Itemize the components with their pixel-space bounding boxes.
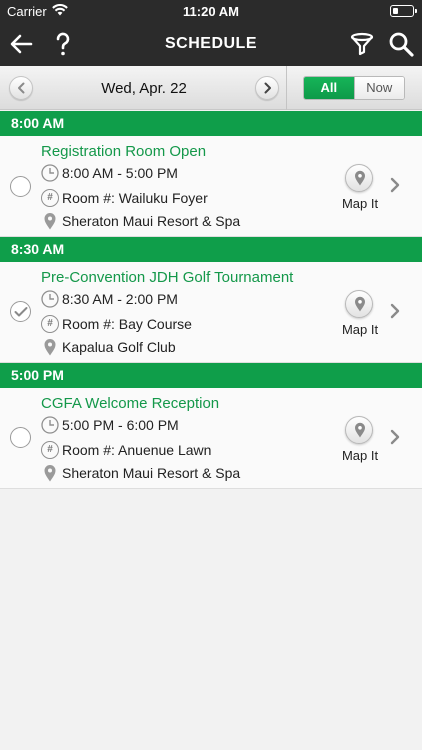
filter-button[interactable] (347, 29, 377, 59)
map-pin-icon (355, 296, 365, 312)
clock-icon (41, 164, 59, 182)
event-row[interactable]: CGFA Welcome Reception 5:00 PM - 6:00 PM… (0, 388, 422, 489)
previous-day-button[interactable] (9, 76, 33, 100)
event-row[interactable]: Pre-Convention JDH Golf Tournament 8:30 … (0, 262, 422, 363)
chevron-right-icon (264, 82, 271, 94)
room-number-icon: # (41, 441, 59, 459)
room-number-icon: # (41, 315, 59, 333)
map-it-button[interactable] (345, 290, 373, 318)
status-time: 11:20 AM (183, 4, 239, 19)
event-time-range: 8:00 AM - 5:00 PM (62, 165, 178, 181)
room-number-icon: # (41, 189, 59, 207)
filter-icon (350, 32, 374, 56)
clock-icon (41, 290, 59, 308)
current-date: Wed, Apr. 22 (101, 80, 187, 97)
chevron-left-icon (18, 82, 25, 94)
date-bar-divider (286, 66, 287, 110)
map-pin-icon (355, 422, 365, 438)
location-pin-icon (44, 213, 56, 230)
search-icon (389, 32, 414, 57)
chevron-right-icon[interactable] (389, 429, 401, 445)
attend-checkbox[interactable] (10, 427, 31, 448)
map-it-button[interactable] (345, 416, 373, 444)
map-it-label[interactable]: Map It (338, 196, 382, 211)
event-title: CGFA Welcome Reception (41, 395, 220, 412)
nav-bar: SCHEDULE (0, 22, 422, 66)
map-pin-icon (355, 170, 365, 186)
clock-icon (41, 416, 59, 434)
attend-checkbox[interactable] (10, 301, 31, 322)
all-now-segmented-control: All Now (303, 76, 405, 100)
event-room: Room #: Anuenue Lawn (62, 442, 212, 458)
search-button[interactable] (386, 29, 416, 59)
location-pin-icon (44, 339, 56, 356)
map-it-button[interactable] (345, 164, 373, 192)
event-title: Registration Room Open (41, 143, 207, 160)
event-room: Room #: Bay Course (62, 316, 192, 332)
segment-now[interactable]: Now (353, 77, 404, 99)
status-bar: Carrier 11:20 AM (0, 0, 422, 22)
time-section-header: 5:00 PM (0, 363, 422, 388)
checkmark-icon (14, 307, 28, 317)
location-pin-icon (44, 465, 56, 482)
battery-icon (390, 5, 417, 17)
map-it-label[interactable]: Map It (338, 322, 382, 337)
next-day-button[interactable] (255, 76, 279, 100)
chevron-right-icon[interactable] (389, 177, 401, 193)
event-location: Kapalua Golf Club (62, 339, 176, 355)
event-location: Sheraton Maui Resort & Spa (62, 213, 241, 229)
event-time-range: 5:00 PM - 6:00 PM (62, 417, 179, 433)
chevron-right-icon[interactable] (389, 303, 401, 319)
event-title: Pre-Convention JDH Golf Tournament (41, 269, 294, 286)
attend-checkbox[interactable] (10, 176, 31, 197)
event-room: Room #: Wailuku Foyer (62, 190, 208, 206)
map-it-label[interactable]: Map It (338, 448, 382, 463)
event-row[interactable]: Registration Room Open 8:00 AM - 5:00 PM… (0, 136, 422, 237)
time-section-header: 8:00 AM (0, 111, 422, 136)
time-section-header: 8:30 AM (0, 237, 422, 262)
event-time-range: 8:30 AM - 2:00 PM (62, 291, 178, 307)
segment-all[interactable]: All (304, 77, 354, 99)
event-location: Sheraton Maui Resort & Spa (62, 465, 241, 481)
